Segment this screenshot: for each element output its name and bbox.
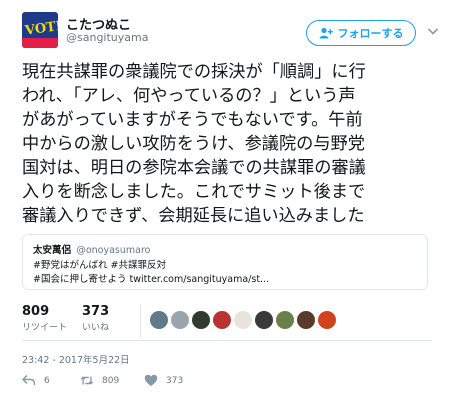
tweet-text-line: があがっていますがそうでもないです。午前 <box>22 110 363 130</box>
tweet-stats: 809 リツイート 373 いいね <box>22 304 432 344</box>
tweet-text-line: 審議入りできず、会期延長に追い込みました <box>22 206 365 226</box>
quoted-user-name: 太安萬侶 <box>33 245 72 256</box>
quoted-text-line: #国会に押し寄せよう twitter.com/sangituyama/st... <box>33 274 270 285</box>
retweet-stat[interactable]: 809 リツイート <box>22 304 67 333</box>
tweet-text-line: われ、「アレ、何やっているの？」という声 <box>22 86 356 106</box>
tweet-timestamp[interactable]: 23:42 - 2017年5月22日 <box>22 352 130 366</box>
tweet-actions: 6 809 373 <box>22 374 322 392</box>
liker-avatar[interactable] <box>213 311 231 329</box>
quoted-text-line: #野党はがんばれ #共謀罪反対 <box>33 260 166 271</box>
stats-divider <box>140 304 141 338</box>
add-user-icon <box>319 27 333 39</box>
tweet-text-line: 中からの激しい攻防をうけ、参議院の与野党 <box>22 134 365 154</box>
quoted-user-handle: @onoyasumaro <box>76 245 151 256</box>
retweet-icon <box>80 376 94 385</box>
like-action-count: 373 <box>166 375 184 386</box>
tweet-header: VOTE こたつぬこ @sangituyama フォローする <box>22 12 442 48</box>
liker-avatar[interactable] <box>297 311 315 329</box>
avatar[interactable]: VOTE <box>22 12 58 48</box>
heart-icon <box>144 374 158 386</box>
divider <box>22 340 432 341</box>
liker-avatar[interactable] <box>171 311 189 329</box>
quoted-user: 太安萬侶 @onoyasumaro <box>33 242 150 256</box>
liker-avatar[interactable] <box>150 311 168 329</box>
like-button[interactable]: 373 <box>144 374 183 387</box>
like-stat[interactable]: 373 いいね <box>82 304 109 333</box>
liker-avatar[interactable] <box>192 311 210 329</box>
avatar-art: VOTE <box>24 18 58 39</box>
retweet-count: 809 <box>22 304 50 319</box>
liker-avatar[interactable] <box>276 311 294 329</box>
liker-avatar[interactable] <box>318 311 336 329</box>
retweet-button[interactable]: 809 <box>80 374 119 387</box>
like-count: 373 <box>82 304 110 319</box>
user-handle[interactable]: @sangituyama <box>66 31 148 44</box>
retweet-action-count: 809 <box>102 375 120 386</box>
reply-button[interactable]: 6 <box>22 374 50 387</box>
reply-count: 6 <box>44 375 50 386</box>
tweet-text-line: 現在共謀罪の衆議院での採決が「順調」に行 <box>22 62 366 82</box>
tweet-text: 現在共謀罪の衆議院での採決が「順調」に行 われ、「アレ、何やっているの？」という… <box>22 60 432 228</box>
tweet-text-line: 入りを断念しました。これでサミット後まで <box>22 182 366 202</box>
follow-label: フォローする <box>337 27 404 40</box>
liker-avatar[interactable] <box>234 311 252 329</box>
liker-avatars <box>150 311 336 329</box>
retweet-label: リツイート <box>22 323 68 333</box>
follow-button[interactable]: フォローする <box>306 20 416 46</box>
chevron-down-icon[interactable] <box>426 24 440 38</box>
tweet-text-line: 国対は、明日の参院本会議での共謀罪の審議 <box>22 158 366 178</box>
like-label: いいね <box>82 323 110 333</box>
quoted-tweet[interactable]: 太安萬侶 @onoyasumaro #野党はがんばれ #共謀罪反対 #国会に押し… <box>22 234 428 290</box>
reply-icon <box>22 374 36 386</box>
liker-avatar[interactable] <box>255 311 273 329</box>
